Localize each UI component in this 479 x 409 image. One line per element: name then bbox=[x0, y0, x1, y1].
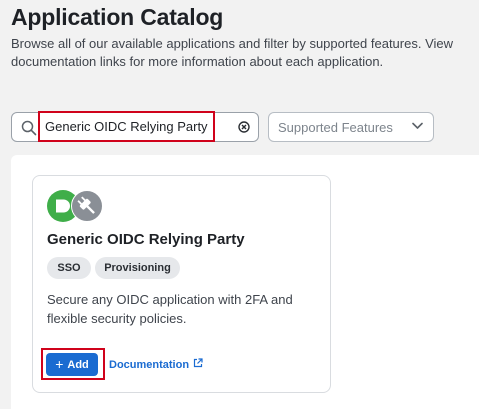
search-icon bbox=[21, 120, 37, 136]
clear-search-icon[interactable] bbox=[238, 121, 250, 133]
documentation-link[interactable]: Documentation bbox=[109, 358, 203, 371]
feature-tag-sso: SSO bbox=[47, 257, 91, 279]
feature-tag-provisioning: Provisioning bbox=[95, 257, 180, 279]
chevron-down-icon bbox=[412, 122, 423, 129]
page-title: Application Catalog bbox=[11, 4, 224, 30]
plug-icon bbox=[71, 190, 103, 222]
app-card-description: Secure any OIDC application with 2FA and… bbox=[47, 292, 293, 326]
supported-features-placeholder: Supported Features bbox=[278, 120, 393, 135]
app-card-title: Generic OIDC Relying Party bbox=[47, 231, 245, 248]
search-highlight-box bbox=[38, 111, 215, 142]
page-subtitle: Browse all of our available applications… bbox=[11, 36, 454, 69]
supported-features-select[interactable]: Supported Features bbox=[268, 112, 434, 142]
add-highlight-box bbox=[41, 348, 105, 380]
documentation-link-label: Documentation bbox=[109, 359, 190, 371]
external-link-icon bbox=[193, 358, 203, 368]
